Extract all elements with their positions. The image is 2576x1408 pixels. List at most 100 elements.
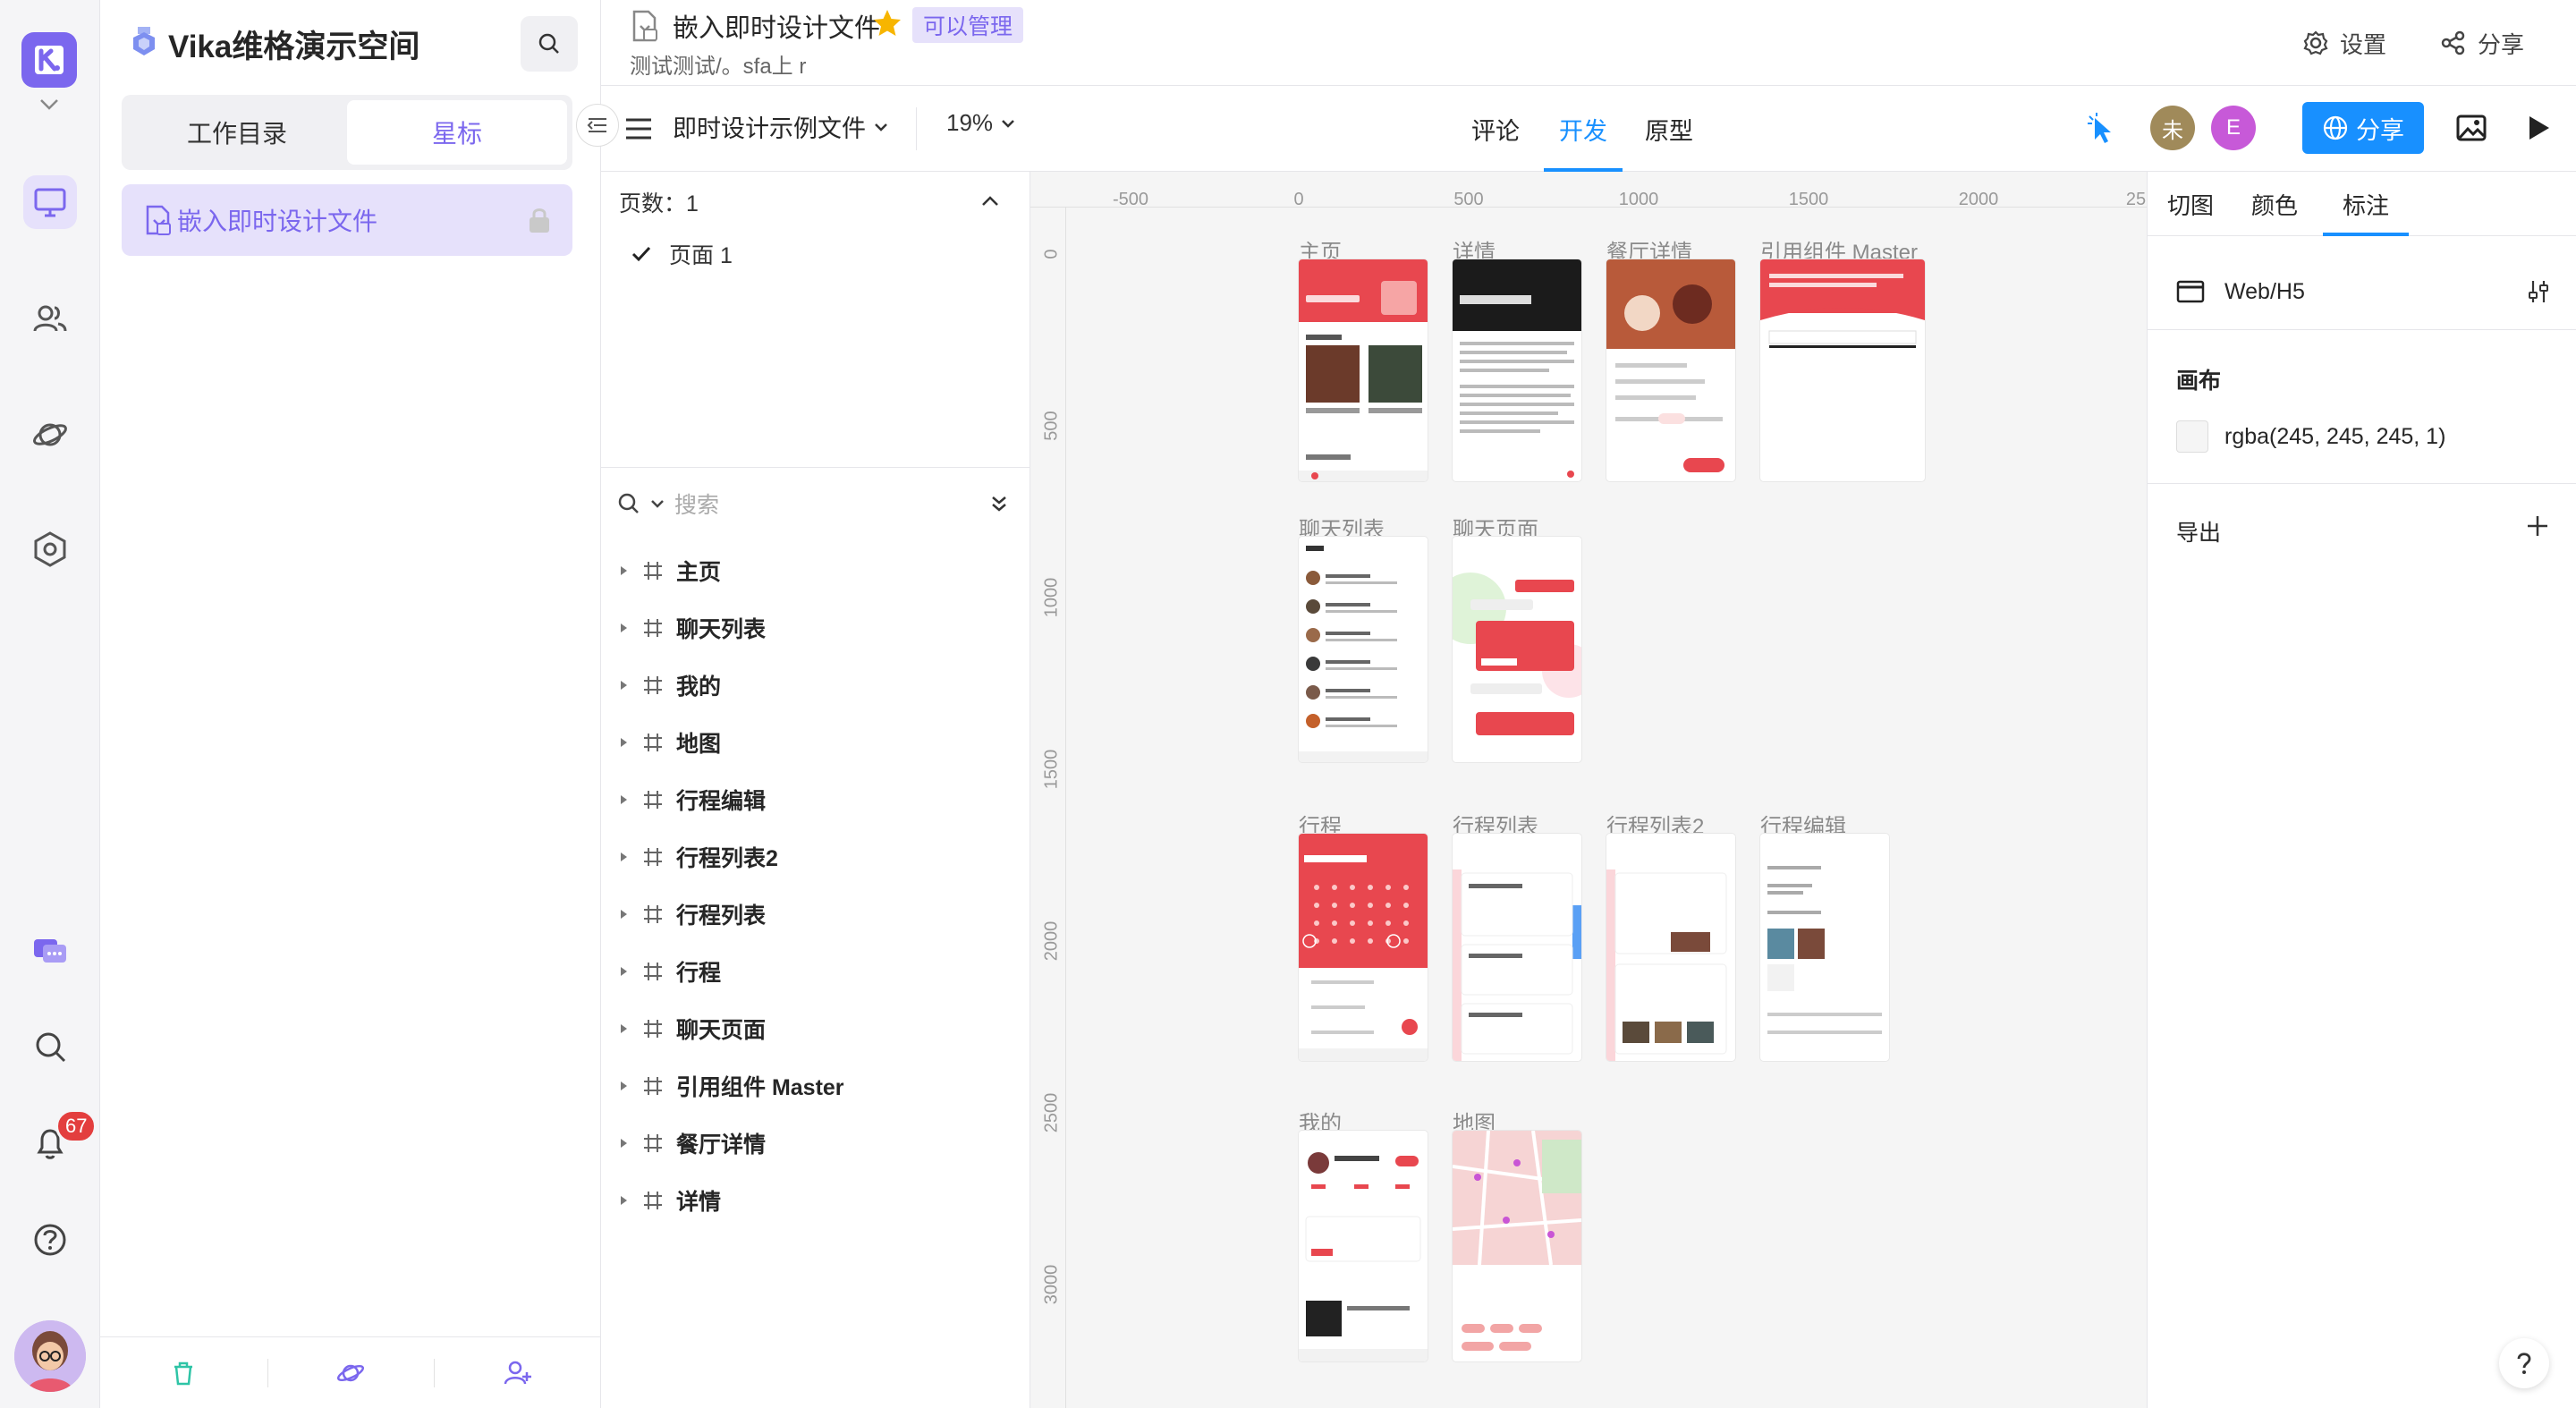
invite-member-button[interactable] — [434, 1337, 601, 1408]
design-share-button[interactable]: 分享 — [2302, 102, 2424, 154]
artboard-map[interactable] — [1453, 1131, 1581, 1361]
tab-annotation[interactable]: 标注 — [2323, 172, 2409, 236]
caret-right-icon[interactable] — [617, 793, 630, 806]
layer-name: 聊天页面 — [676, 1018, 767, 1043]
layer-name: 地图 — [676, 732, 722, 757]
artboard-mine[interactable] — [1299, 1131, 1428, 1361]
rail-members-button[interactable] — [23, 292, 77, 345]
artboard-chat-page[interactable] — [1453, 537, 1581, 762]
artboard-restaurant-detail[interactable] — [1606, 259, 1735, 481]
lock-icon — [530, 208, 549, 233]
layer-item[interactable]: 聊天页面 — [617, 1000, 1011, 1057]
cursor-follow-icon[interactable] — [2084, 111, 2120, 147]
caret-right-icon[interactable] — [617, 908, 630, 920]
artboard-chat-list[interactable] — [1299, 537, 1428, 762]
rail-help-button[interactable] — [23, 1213, 77, 1267]
tab-develop[interactable]: 开发 — [1544, 86, 1623, 172]
artboard-thumbnail — [1299, 546, 1428, 762]
tab-slices[interactable]: 切图 — [2162, 172, 2219, 236]
page-item[interactable]: 页面 1 — [630, 238, 733, 270]
vika-logo[interactable] — [21, 32, 77, 88]
collapse-all-icon[interactable] — [987, 492, 1011, 515]
layer-item[interactable]: 行程编辑 — [617, 771, 1011, 828]
horizontal-ruler: -500 0 500 1000 1500 2000 25 — [1030, 172, 2147, 209]
tab-prototype[interactable]: 原型 — [1635, 86, 1703, 172]
layer-item[interactable]: 餐厅详情 — [617, 1115, 1011, 1172]
trash-button[interactable] — [100, 1337, 267, 1408]
rail-explore-button[interactable] — [23, 408, 77, 462]
rail-settings-button[interactable] — [23, 522, 77, 576]
caret-right-icon[interactable] — [617, 679, 630, 691]
artboard-thumbnail — [1606, 869, 1727, 1061]
ruler-tick-label: 500 — [1453, 190, 1484, 209]
layer-search[interactable]: 搜索 — [617, 485, 1011, 522]
workspace-search-button[interactable] — [521, 16, 578, 72]
chevron-up-icon[interactable] — [977, 188, 1004, 215]
layer-item[interactable]: 引用组件 Master — [617, 1057, 1011, 1115]
hamburger-menu-icon[interactable] — [623, 113, 655, 145]
pages-count-heading: 页数：1 — [619, 191, 699, 216]
design-file-name: 即时设计示例文件 — [673, 115, 866, 142]
caret-right-icon[interactable] — [617, 1137, 630, 1149]
permission-badge[interactable]: 可以管理 — [912, 7, 1024, 43]
caret-right-icon[interactable] — [617, 736, 630, 749]
layer-item[interactable]: 行程列表 — [617, 886, 1011, 943]
caret-right-icon[interactable] — [617, 564, 630, 577]
layer-item[interactable]: 主页 — [617, 542, 1011, 599]
layer-item[interactable]: 行程列表2 — [617, 828, 1011, 886]
document-description[interactable]: 测试测试/。sfa上 r — [630, 48, 806, 80]
layer-item[interactable]: 行程 — [617, 943, 1011, 1000]
tab-comment[interactable]: 评论 — [1462, 86, 1530, 172]
header-share-button[interactable]: 分享 — [2440, 23, 2524, 63]
zoom-dropdown[interactable]: 19% — [946, 109, 1018, 137]
artboard-trip-edit[interactable] — [1760, 834, 1889, 1061]
collapse-sidebar-button[interactable] — [576, 104, 619, 147]
image-export-icon[interactable] — [2454, 111, 2488, 145]
collaborator-avatar[interactable]: E — [2211, 106, 2256, 150]
artboard-trip-list[interactable] — [1453, 834, 1581, 1061]
artboard-detail[interactable] — [1453, 259, 1581, 481]
design-file-dropdown[interactable]: 即时设计示例文件 — [673, 109, 891, 144]
rail-workbench-button[interactable] — [23, 175, 77, 229]
settings-button[interactable]: 设置 — [2302, 23, 2386, 63]
canvas-background-color[interactable]: rgba(245, 245, 245, 1) — [2176, 420, 2445, 453]
caret-right-icon[interactable] — [617, 851, 630, 863]
rail-search-button[interactable] — [23, 1020, 77, 1073]
collaborator-avatar[interactable]: 未 — [2150, 106, 2195, 150]
caret-right-icon[interactable] — [617, 1194, 630, 1207]
artboard-thumbnail — [1453, 259, 1581, 478]
star-icon[interactable] — [871, 7, 903, 39]
layer-item[interactable]: 地图 — [617, 714, 1011, 771]
tab-colors[interactable]: 颜色 — [2246, 172, 2303, 236]
layer-item[interactable]: 聊天列表 — [617, 599, 1011, 657]
chevron-down-icon[interactable] — [36, 93, 63, 115]
artboard-trip-list-2[interactable] — [1606, 834, 1735, 1061]
document-title[interactable]: 嵌入即时设计文件 — [673, 7, 880, 45]
artboard-home[interactable] — [1299, 259, 1428, 481]
artboard-thumbnail — [1453, 573, 1581, 735]
user-avatar[interactable] — [14, 1320, 86, 1392]
artboard-component-master[interactable] — [1760, 259, 1925, 481]
rail-chat-button[interactable] — [23, 925, 77, 979]
hexagon-settings-icon — [34, 531, 66, 567]
play-icon[interactable] — [2522, 113, 2553, 143]
adjust-sliders-icon[interactable] — [2525, 278, 2552, 305]
tab-starred[interactable]: 星标 — [347, 100, 567, 165]
layer-item[interactable]: 我的 — [617, 657, 1011, 714]
caret-right-icon[interactable] — [617, 1080, 630, 1092]
explore-templates-button[interactable] — [267, 1337, 435, 1408]
artboard-thumbnail — [1299, 259, 1428, 481]
plus-icon[interactable] — [2523, 512, 2552, 540]
floating-help-button[interactable] — [2499, 1338, 2549, 1388]
design-canvas[interactable]: -500 0 500 1000 1500 2000 25 0 500 1000 … — [1030, 172, 2147, 1408]
caret-right-icon[interactable] — [617, 622, 630, 634]
platform-selector[interactable]: Web/H5 — [2176, 272, 2552, 311]
tab-catalog[interactable]: 工作目录 — [127, 100, 347, 165]
caret-right-icon[interactable] — [617, 1022, 630, 1035]
artboard-trip[interactable] — [1299, 834, 1428, 1061]
starred-file-item[interactable]: 嵌入即时设计文件 — [122, 184, 572, 256]
caret-right-icon[interactable] — [617, 965, 630, 978]
layer-item[interactable]: 详情 — [617, 1172, 1011, 1229]
artboard-thumbnail — [1299, 834, 1428, 1061]
frame-icon — [644, 905, 662, 923]
